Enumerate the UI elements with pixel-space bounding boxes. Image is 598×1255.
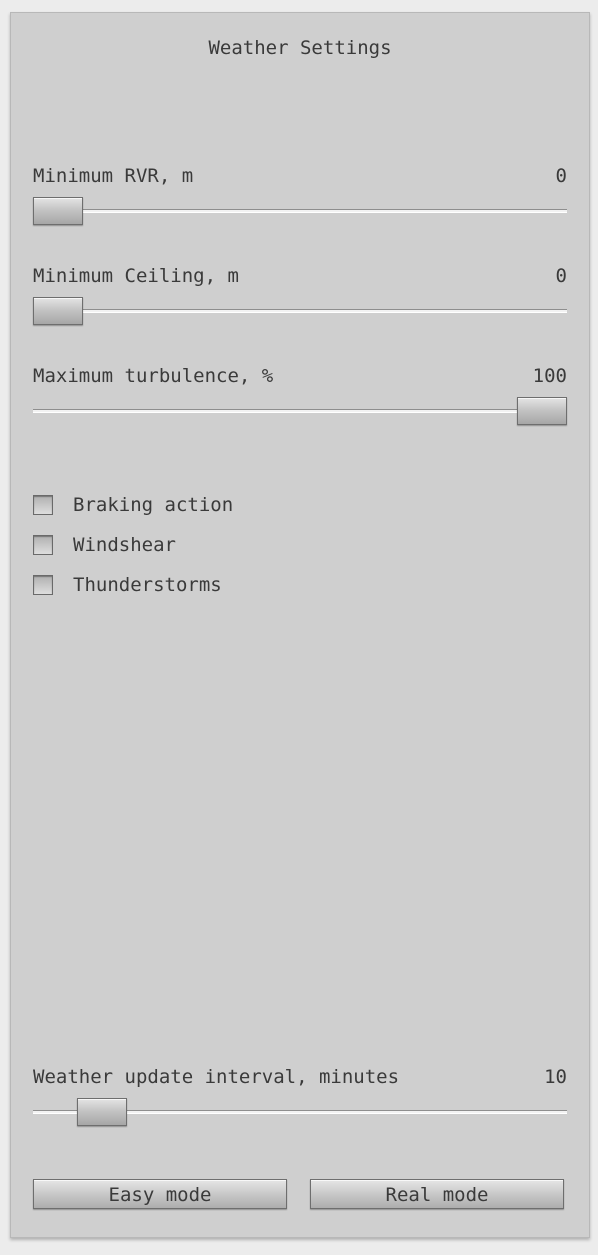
braking-action-option[interactable]: Braking action [33, 492, 233, 518]
windshear-checkbox[interactable] [33, 535, 53, 555]
min-ceiling-slider[interactable] [33, 295, 567, 329]
braking-action-label: Braking action [73, 494, 234, 516]
max-turbulence-value: 100 [532, 365, 567, 387]
real-mode-button[interactable]: Real mode [310, 1179, 564, 1209]
braking-action-checkbox[interactable] [33, 495, 53, 515]
windshear-option[interactable]: Windshear [33, 532, 176, 558]
min-rvr-slider[interactable] [33, 195, 567, 229]
weather-settings-panel: Weather Settings Minimum RVR, m 0 Minimu… [10, 12, 590, 1238]
min-ceiling-label: Minimum Ceiling, m [33, 265, 239, 287]
update-interval-value: 10 [544, 1066, 567, 1088]
slider-track[interactable] [33, 309, 567, 313]
panel-title: Weather Settings [208, 37, 392, 59]
min-rvr-label: Minimum RVR, m [33, 165, 194, 187]
slider-thumb[interactable] [77, 1098, 127, 1126]
thunderstorms-option[interactable]: Thunderstorms [33, 572, 222, 598]
thunderstorms-checkbox[interactable] [33, 575, 53, 595]
windshear-label: Windshear [73, 534, 176, 556]
easy-mode-button[interactable]: Easy mode [33, 1179, 287, 1209]
min-ceiling-value: 0 [555, 265, 567, 287]
slider-thumb[interactable] [33, 297, 83, 325]
update-interval-slider[interactable] [33, 1096, 567, 1130]
slider-thumb[interactable] [33, 197, 83, 225]
max-turbulence-label: Maximum turbulence, % [33, 365, 274, 387]
update-interval-label: Weather update interval, minutes [33, 1066, 400, 1088]
slider-track[interactable] [33, 209, 567, 213]
min-rvr-value: 0 [555, 165, 567, 187]
slider-thumb[interactable] [517, 397, 567, 425]
max-turbulence-slider[interactable] [33, 395, 567, 429]
thunderstorms-label: Thunderstorms [73, 574, 222, 596]
slider-track[interactable] [33, 409, 567, 413]
